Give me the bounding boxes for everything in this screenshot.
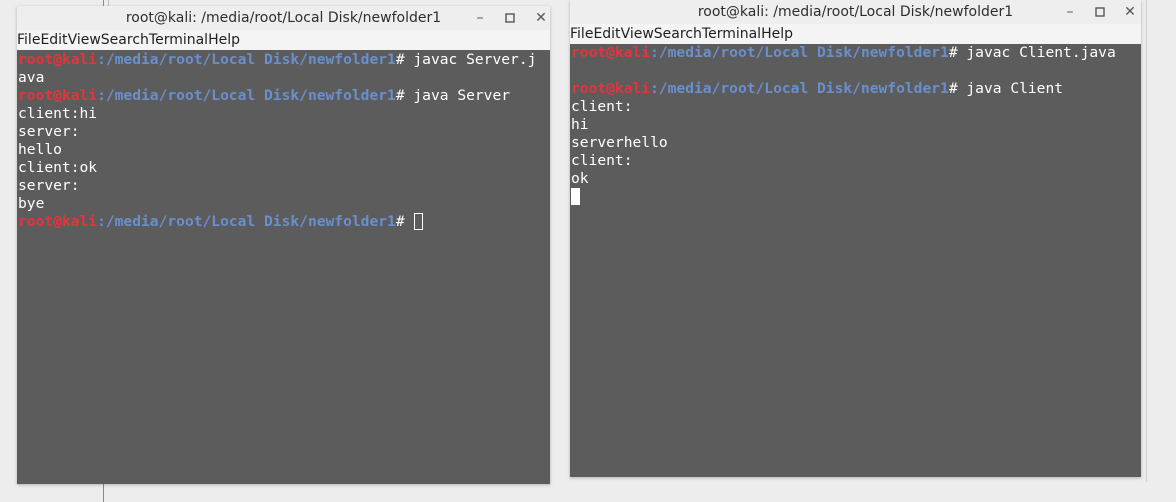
prompt-hash: # [395,213,414,230]
output-line: bye [18,195,45,212]
close-icon[interactable]: ✕ [529,6,553,30]
client-terminal-output[interactable]: root@kali:/media/root/Local Disk/newfold… [570,44,1141,477]
server-menubar: File Edit View Search Terminal Help [17,30,550,50]
menu-file[interactable]: File [17,32,40,48]
terminal-line: root@kali:/media/root/Local Disk/newfold… [18,213,550,231]
maximize-icon[interactable] [498,6,522,30]
terminal-line: root@kali:/media/root/Local Disk/newfold… [571,44,1141,62]
server-window-titlebar[interactable]: root@kali: /media/root/Local Disk/newfol… [17,6,550,30]
command-text: javac Server.j [413,51,537,68]
prompt-path: :/media/root/Local Disk/newfolder1 [650,44,949,61]
minimize-icon[interactable]: – [1058,0,1082,24]
output-line: client: [571,98,633,115]
client-menubar: File Edit View Search Terminal Help [570,24,1141,44]
client-window-title: root@kali: /media/root/Local Disk/newfol… [697,4,1014,20]
prompt-path: :/media/root/Local Disk/newfolder1 [97,51,396,68]
prompt-hash: # [948,80,967,97]
output-line: client:hi [18,105,98,122]
prompt-path: :/media/root/Local Disk/newfolder1 [650,80,949,97]
command-text: java Server [413,87,511,104]
text-cursor [414,213,424,230]
menu-search[interactable]: Search [101,32,149,48]
client-window-titlebar[interactable]: root@kali: /media/root/Local Disk/newfol… [570,0,1141,24]
terminal-line: root@kali:/media/root/Local Disk/newfold… [18,51,550,69]
terminal-line: root@kali:/media/root/Local Disk/newfold… [571,80,1141,98]
prompt-hash: # [948,44,967,61]
output-line: client:ok [18,159,98,176]
prompt-user: root@kali [571,80,651,97]
prompt-path: :/media/root/Local Disk/newfolder1 [97,213,396,230]
prompt-user: root@kali [18,51,98,68]
terminal-line [571,188,1141,206]
menu-view[interactable]: View [621,26,654,42]
prompt-user: root@kali [18,213,98,230]
close-icon[interactable]: ✕ [1118,0,1142,24]
output-line: client: [571,152,633,169]
prompt-user: root@kali [18,87,98,104]
menu-help[interactable]: Help [761,26,793,42]
output-line: serverhello [571,134,668,151]
prompt-user: root@kali [571,44,651,61]
server-terminal-output[interactable]: root@kali:/media/root/Local Disk/newfold… [17,51,550,484]
command-text: javac Client.java [966,44,1116,61]
desktop-edge [1146,0,1147,482]
minimize-icon[interactable]: – [468,6,492,30]
prompt-hash: # [395,87,414,104]
server-window-title: root@kali: /media/root/Local Disk/newfol… [125,10,442,26]
command-text-wrap: ava [18,69,45,86]
menu-edit[interactable]: Edit [40,32,67,48]
menu-terminal[interactable]: Terminal [149,32,208,48]
prompt-hash: # [395,51,414,68]
output-line: server: [18,177,80,194]
menu-view[interactable]: View [68,32,101,48]
output-line: hi [571,116,589,133]
server-terminal-window: root@kali: /media/root/Local Disk/newfol… [17,6,550,484]
terminal-line: ava [18,69,550,87]
output-line: hello [18,141,62,158]
menu-file[interactable]: File [570,26,593,42]
maximize-icon[interactable] [1088,0,1112,24]
terminal-line: root@kali:/media/root/Local Disk/newfold… [18,87,550,105]
client-terminal-window: root@kali: /media/root/Local Disk/newfol… [570,0,1141,477]
menu-help[interactable]: Help [208,32,240,48]
menu-edit[interactable]: Edit [593,26,620,42]
output-line: server: [18,123,80,140]
output-line: ok [571,170,589,187]
text-cursor [571,188,580,205]
command-text: java Client [966,80,1064,97]
menu-search[interactable]: Search [654,26,702,42]
prompt-path: :/media/root/Local Disk/newfolder1 [97,87,396,104]
menu-terminal[interactable]: Terminal [702,26,761,42]
